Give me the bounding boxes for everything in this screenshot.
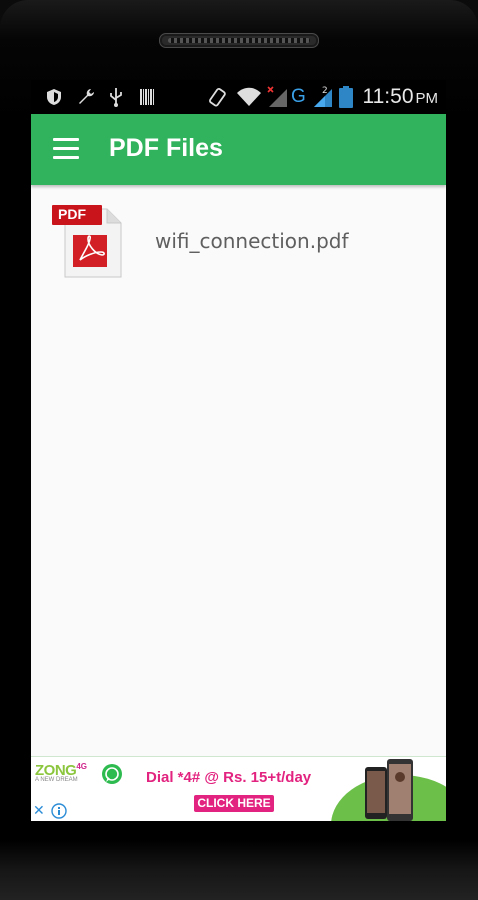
earpiece-speaker [159,33,319,48]
hamburger-menu-icon[interactable] [53,138,79,160]
signal-no-service-icon [267,86,289,108]
file-name: wifi_connection.pdf [155,229,349,253]
ad-phones-image [363,759,419,821]
ad-close-icon[interactable]: ✕ [33,803,45,819]
usb-icon [109,86,123,108]
pdf-badge-label: PDF [58,206,86,222]
ad-info-icon[interactable] [51,803,67,821]
rotate-icon [207,86,227,108]
battery-icon [339,86,353,108]
wrench-icon [76,86,96,108]
wifi-icon [236,86,262,108]
ad-text: Dial *4# @ Rs. 15+t/day [146,769,312,786]
status-clock: 11:50 PM [362,85,439,108]
app-screen: PDF Files PDF wifi_connection.pdf [31,114,446,820]
roaming-label: 2 [322,86,328,96]
barcode-icon [140,86,154,108]
pdf-file-icon: PDF [51,205,123,279]
status-bar: G 2 11:50 PM [31,80,446,114]
ad-banner[interactable]: ZONG4G A NEW DREAM Dial *4# @ Rs. 15+t/d… [31,756,446,821]
ad-click-button[interactable]: CLICK HERE [194,795,274,812]
network-type-label: G [291,86,306,107]
list-item[interactable]: PDF wifi_connection.pdf [31,202,446,282]
ad-brand-logo: ZONG4G A NEW DREAM [35,762,88,783]
app-bar: PDF Files [31,114,446,185]
shield-icon [46,86,62,108]
page-title: PDF Files [109,134,223,162]
whatsapp-icon [101,763,123,789]
